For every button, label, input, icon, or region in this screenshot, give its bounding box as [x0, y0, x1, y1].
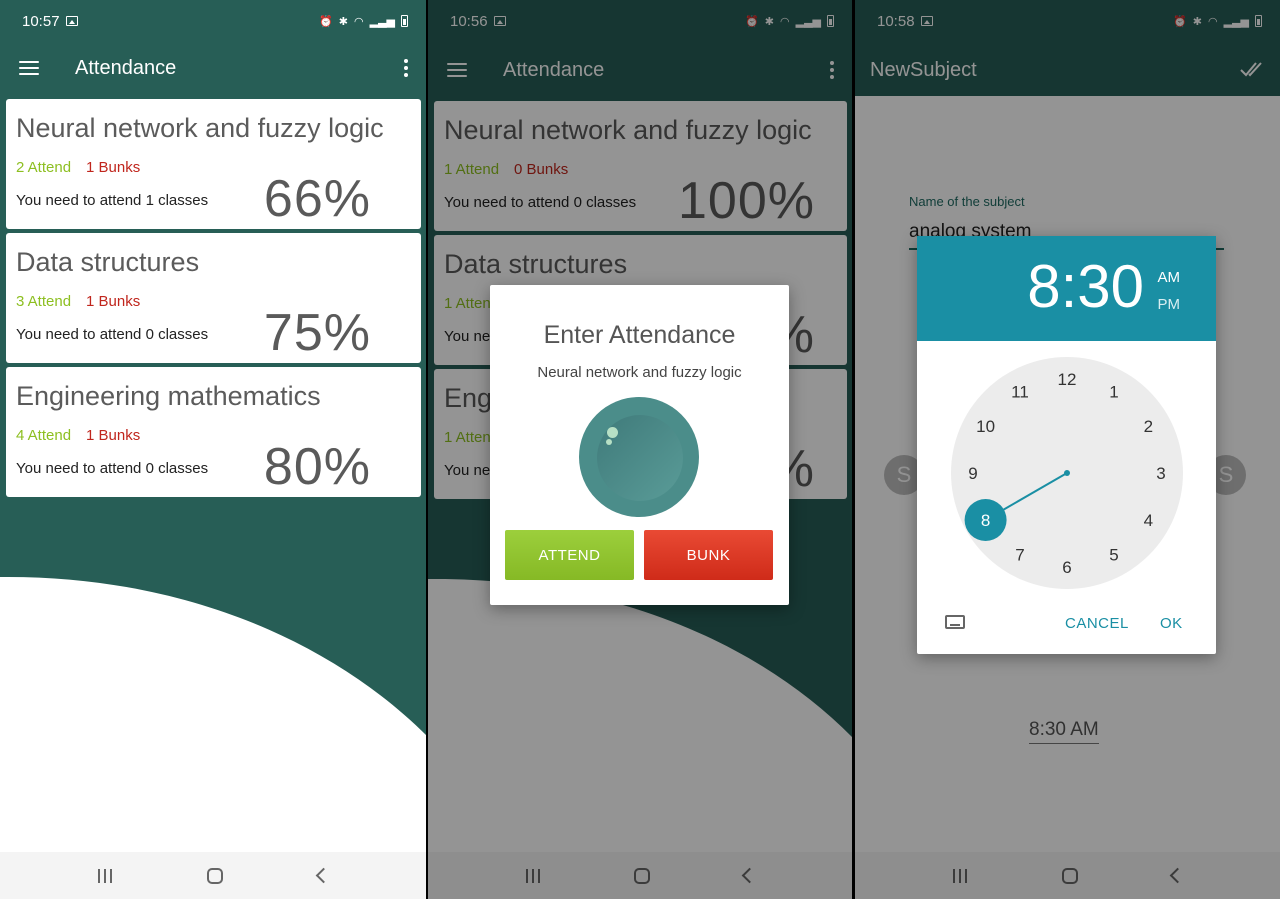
clock-hour-7[interactable]: 7: [1015, 545, 1024, 564]
clock-hour-8[interactable]: 8: [981, 511, 990, 530]
clock-hour-6[interactable]: 6: [1062, 558, 1071, 577]
subject-name: Engineering mathematics: [16, 381, 321, 411]
dialog-subject: Neural network and fuzzy logic: [537, 364, 742, 381]
clock-hour-3[interactable]: 3: [1156, 464, 1165, 483]
alarm-icon: ⏰: [319, 15, 333, 28]
pm-toggle[interactable]: PM: [1158, 296, 1181, 313]
bunk-count: 1 Bunks: [86, 159, 141, 176]
bluetooth-icon: ✱: [338, 15, 348, 28]
screen-enter-attendance: 10:56 ⏰ ✱ ◠ ▂▃▅ Attendance Neural networ…: [428, 0, 852, 899]
subject-card[interactable]: Neural network and fuzzy logic 2 Attend …: [6, 99, 421, 229]
attendance-percent: 66%: [263, 170, 371, 228]
back-icon[interactable]: [315, 867, 332, 884]
time-picker-dialog: 8:30 AM PM 12 1 2 3 4 5 6 7 8 9 10 11 CANCEL OK: [917, 236, 1216, 654]
bunk-count: 1 Bunks: [86, 293, 141, 310]
clock-hour-9[interactable]: 9: [968, 464, 977, 483]
signal-icon: ▂▃▅: [369, 15, 395, 28]
attend-count: 4 Attend: [16, 427, 72, 444]
attendance-percent: 75%: [263, 304, 371, 362]
wifi-icon: ◠: [354, 15, 364, 28]
recent-apps-icon[interactable]: [97, 868, 113, 883]
subject-card[interactable]: Data structures 3 Attend 1 Bunks You nee…: [6, 233, 421, 363]
battery-icon: [401, 15, 408, 27]
enter-attendance-dialog: Enter Attendance Neural network and fuzz…: [490, 285, 789, 605]
attendance-illustration: [579, 397, 699, 517]
subject-card[interactable]: Engineering mathematics 4 Attend 1 Bunks…: [6, 367, 421, 497]
status-bar: 10:57 ⏰ ✱ ◠ ▂▃▅: [0, 0, 426, 42]
gallery-icon: [65, 16, 78, 26]
time-picker-header: 8:30 AM PM: [917, 236, 1216, 341]
clock-hour-1[interactable]: 1: [1109, 383, 1118, 402]
am-toggle[interactable]: AM: [1158, 269, 1181, 286]
attend-count: 2 Attend: [16, 159, 72, 176]
menu-icon[interactable]: [19, 60, 39, 76]
attendance-percent: 80%: [263, 438, 371, 496]
ok-button[interactable]: OK: [1160, 615, 1183, 632]
more-options-icon[interactable]: [404, 59, 408, 77]
clock-hour-10[interactable]: 10: [976, 417, 995, 436]
cancel-button[interactable]: CANCEL: [1065, 615, 1129, 632]
clock-hour-12[interactable]: 12: [1058, 370, 1077, 389]
status-time: 10:57: [22, 12, 60, 30]
attend-count: 3 Attend: [16, 293, 72, 310]
app-title: Attendance: [75, 56, 177, 79]
keyboard-icon[interactable]: [945, 615, 965, 629]
clock-hour-2[interactable]: 2: [1144, 417, 1153, 436]
selected-time[interactable]: 8:30: [1027, 252, 1144, 321]
screen-new-subject: 10:58 ⏰ ✱ ◠ ▂▃▅ NewSubject Name of the s…: [855, 0, 1280, 899]
classes-needed: You need to attend 1 classes: [16, 192, 209, 209]
subject-name: Neural network and fuzzy logic: [16, 113, 384, 143]
attend-button[interactable]: ATTEND: [505, 530, 634, 580]
clock-center: [1064, 470, 1070, 476]
app-bar: Attendance: [0, 42, 426, 94]
subject-name: Data structures: [16, 247, 200, 277]
home-icon[interactable]: [207, 867, 224, 884]
clock-hour-5[interactable]: 5: [1109, 545, 1118, 564]
dialog-title: Enter Attendance: [543, 321, 736, 349]
classes-needed: You need to attend 0 classes: [16, 460, 209, 477]
classes-needed: You need to attend 0 classes: [16, 326, 209, 343]
screen-attendance-list: 10:57 ⏰ ✱ ◠ ▂▃▅ Attendance Neural networ…: [0, 0, 426, 899]
status-icons: ⏰ ✱ ◠ ▂▃▅: [319, 15, 408, 28]
clock-hour-4[interactable]: 4: [1144, 511, 1153, 530]
clock-face[interactable]: 121234567891011: [951, 357, 1183, 589]
system-nav-bar: [0, 852, 426, 899]
bunk-count: 1 Bunks: [86, 427, 141, 444]
bunk-button[interactable]: BUNK: [644, 530, 773, 580]
clock-hour-11[interactable]: 11: [1011, 383, 1029, 402]
